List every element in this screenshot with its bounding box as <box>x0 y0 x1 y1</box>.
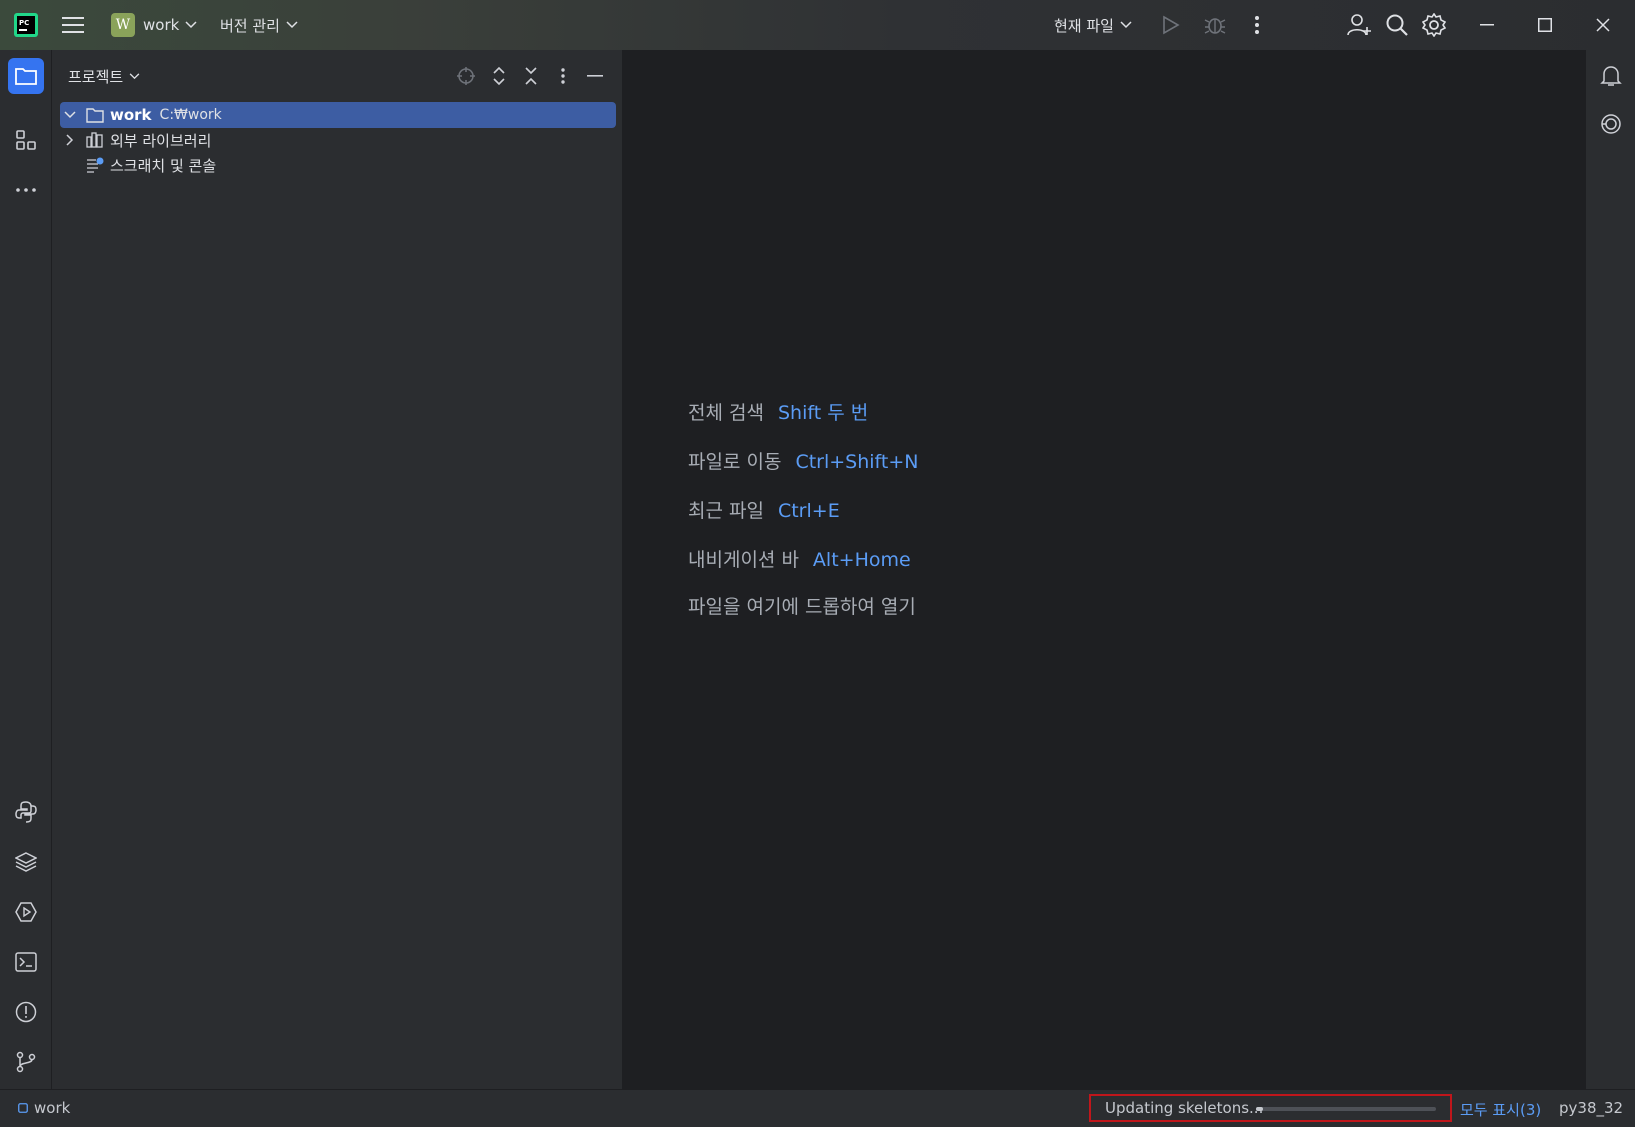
tree-item-label: 외부 라이브러리 <box>110 131 212 150</box>
structure-icon <box>15 129 37 151</box>
chevron-down-icon <box>129 73 140 80</box>
git-branch-icon <box>15 1051 37 1073</box>
chevron-down-icon <box>286 21 298 29</box>
progress-bar <box>1256 1107 1436 1111</box>
tree-root-name: work <box>110 106 152 124</box>
python-icon <box>15 801 37 823</box>
ai-assistant-button[interactable] <box>1593 106 1629 142</box>
collapse-all-icon[interactable] <box>519 64 543 88</box>
progress-text: Updating skeletons... <box>1105 1099 1264 1117</box>
hint-shortcut[interactable]: Ctrl+E <box>778 500 840 522</box>
services-button[interactable] <box>8 894 44 930</box>
more-actions-icon[interactable] <box>1254 0 1260 50</box>
chevron-down-icon <box>1120 21 1132 29</box>
project-view-selector[interactable]: 프로젝트 <box>68 66 140 87</box>
title-bar: PC W work 버전 관리 현재 파일 <box>0 0 1635 50</box>
hint-navigation-bar: 내비게이션 바 Alt+Home <box>688 545 911 572</box>
chevron-down-icon <box>185 21 197 29</box>
bell-icon <box>1600 65 1622 87</box>
run-config-label: 현재 파일 <box>1054 16 1114 35</box>
hint-recent-files: 최근 파일 Ctrl+E <box>688 496 840 523</box>
vcs-label: 버전 관리 <box>220 16 280 35</box>
project-panel-header: 프로젝트 <box>52 50 623 102</box>
project-name: work <box>143 16 180 34</box>
notifications-button[interactable] <box>1593 58 1629 94</box>
run-config-selector[interactable]: 현재 파일 <box>1054 0 1132 50</box>
pycharm-logo-icon[interactable]: PC <box>14 0 38 50</box>
progress-bar-fill <box>1256 1107 1264 1111</box>
interpreter-selector[interactable]: py38_32 <box>1559 1099 1623 1117</box>
hint-shortcut[interactable]: Ctrl+Shift+N <box>795 451 918 473</box>
tree-root-work[interactable]: work C:₩work <box>60 102 616 128</box>
git-button[interactable] <box>8 1044 44 1080</box>
status-project-name: work <box>34 1099 71 1117</box>
hint-shortcut[interactable]: Alt+Home <box>813 549 911 571</box>
services-icon <box>15 901 37 923</box>
folder-icon <box>15 67 37 85</box>
problems-button[interactable] <box>8 994 44 1030</box>
hint-label: 내비게이션 바 <box>688 549 799 571</box>
hint-label: 최근 파일 <box>688 500 764 522</box>
hint-drop-files: 파일을 여기에 드롭하여 열기 <box>688 592 916 619</box>
chevron-down-icon[interactable] <box>64 111 76 119</box>
project-tool-button[interactable] <box>8 58 44 94</box>
background-task-progress[interactable]: Updating skeletons... <box>1089 1094 1452 1122</box>
right-tool-strip <box>1585 50 1635 1089</box>
structure-tool-button[interactable] <box>8 122 44 158</box>
editor-area[interactable]: 전체 검색 Shift 두 번 파일로 이동 Ctrl+Shift+N 최근 파일 C… <box>623 50 1585 1089</box>
close-icon[interactable] <box>1596 0 1610 50</box>
library-icon <box>86 132 104 148</box>
show-all-tasks-link[interactable]: 모두 표시(3) <box>1460 1099 1541 1120</box>
left-tool-strip <box>0 50 52 1089</box>
more-tools-button[interactable] <box>8 172 44 208</box>
options-icon[interactable] <box>551 64 575 88</box>
hint-shortcut[interactable]: Shift 두 번 <box>778 402 868 424</box>
locate-file-icon[interactable] <box>454 64 478 88</box>
warning-circle-icon <box>15 1001 37 1023</box>
tree-item-scratches[interactable]: 스크래치 및 콘솔 <box>60 152 216 178</box>
ai-assistant-icon <box>1600 113 1622 135</box>
python-packages-button[interactable] <box>8 844 44 880</box>
project-selector[interactable]: W work <box>111 0 197 50</box>
chevron-right-icon[interactable] <box>66 134 74 146</box>
run-icon[interactable] <box>1162 0 1180 50</box>
more-horizontal-icon <box>15 187 37 193</box>
terminal-icon <box>15 952 37 972</box>
status-project[interactable]: work <box>18 1099 70 1117</box>
scratch-icon <box>86 157 104 173</box>
hint-search-everywhere: 전체 검색 Shift 두 번 <box>688 398 868 425</box>
tree-root-path: C:₩work <box>159 107 222 123</box>
hint-label: 파일로 이동 <box>688 451 782 473</box>
minimize-icon[interactable] <box>1480 0 1494 50</box>
gear-icon[interactable] <box>1422 0 1446 50</box>
debug-icon[interactable] <box>1204 0 1226 50</box>
project-panel: 프로젝트 work C:₩work 외부 라이브러리 스크래치 및 콘솔 <box>52 50 623 1089</box>
add-user-icon[interactable] <box>1347 0 1371 50</box>
svg-text:PC: PC <box>19 19 29 27</box>
layers-icon <box>15 851 37 873</box>
hide-panel-icon[interactable] <box>583 64 607 88</box>
terminal-button[interactable] <box>8 944 44 980</box>
main-menu-icon[interactable] <box>62 0 84 50</box>
hint-goto-file: 파일로 이동 Ctrl+Shift+N <box>688 447 919 474</box>
folder-icon <box>86 107 104 123</box>
tree-item-label: 스크래치 및 콘솔 <box>110 156 217 175</box>
module-icon <box>18 1103 28 1113</box>
hint-label: 파일을 여기에 드롭하여 열기 <box>688 596 916 618</box>
maximize-icon[interactable] <box>1538 0 1552 50</box>
vcs-menu[interactable]: 버전 관리 <box>220 0 298 50</box>
project-panel-title: 프로젝트 <box>68 68 124 86</box>
project-badge: W <box>111 13 135 37</box>
hint-label: 전체 검색 <box>688 402 764 424</box>
python-console-button[interactable] <box>8 794 44 830</box>
search-icon[interactable] <box>1386 0 1408 50</box>
expand-all-icon[interactable] <box>487 64 511 88</box>
tree-item-external-libraries[interactable]: 외부 라이브러리 <box>60 127 211 153</box>
status-bar: work Updating skeletons... 모두 표시(3) py38… <box>0 1089 1635 1127</box>
